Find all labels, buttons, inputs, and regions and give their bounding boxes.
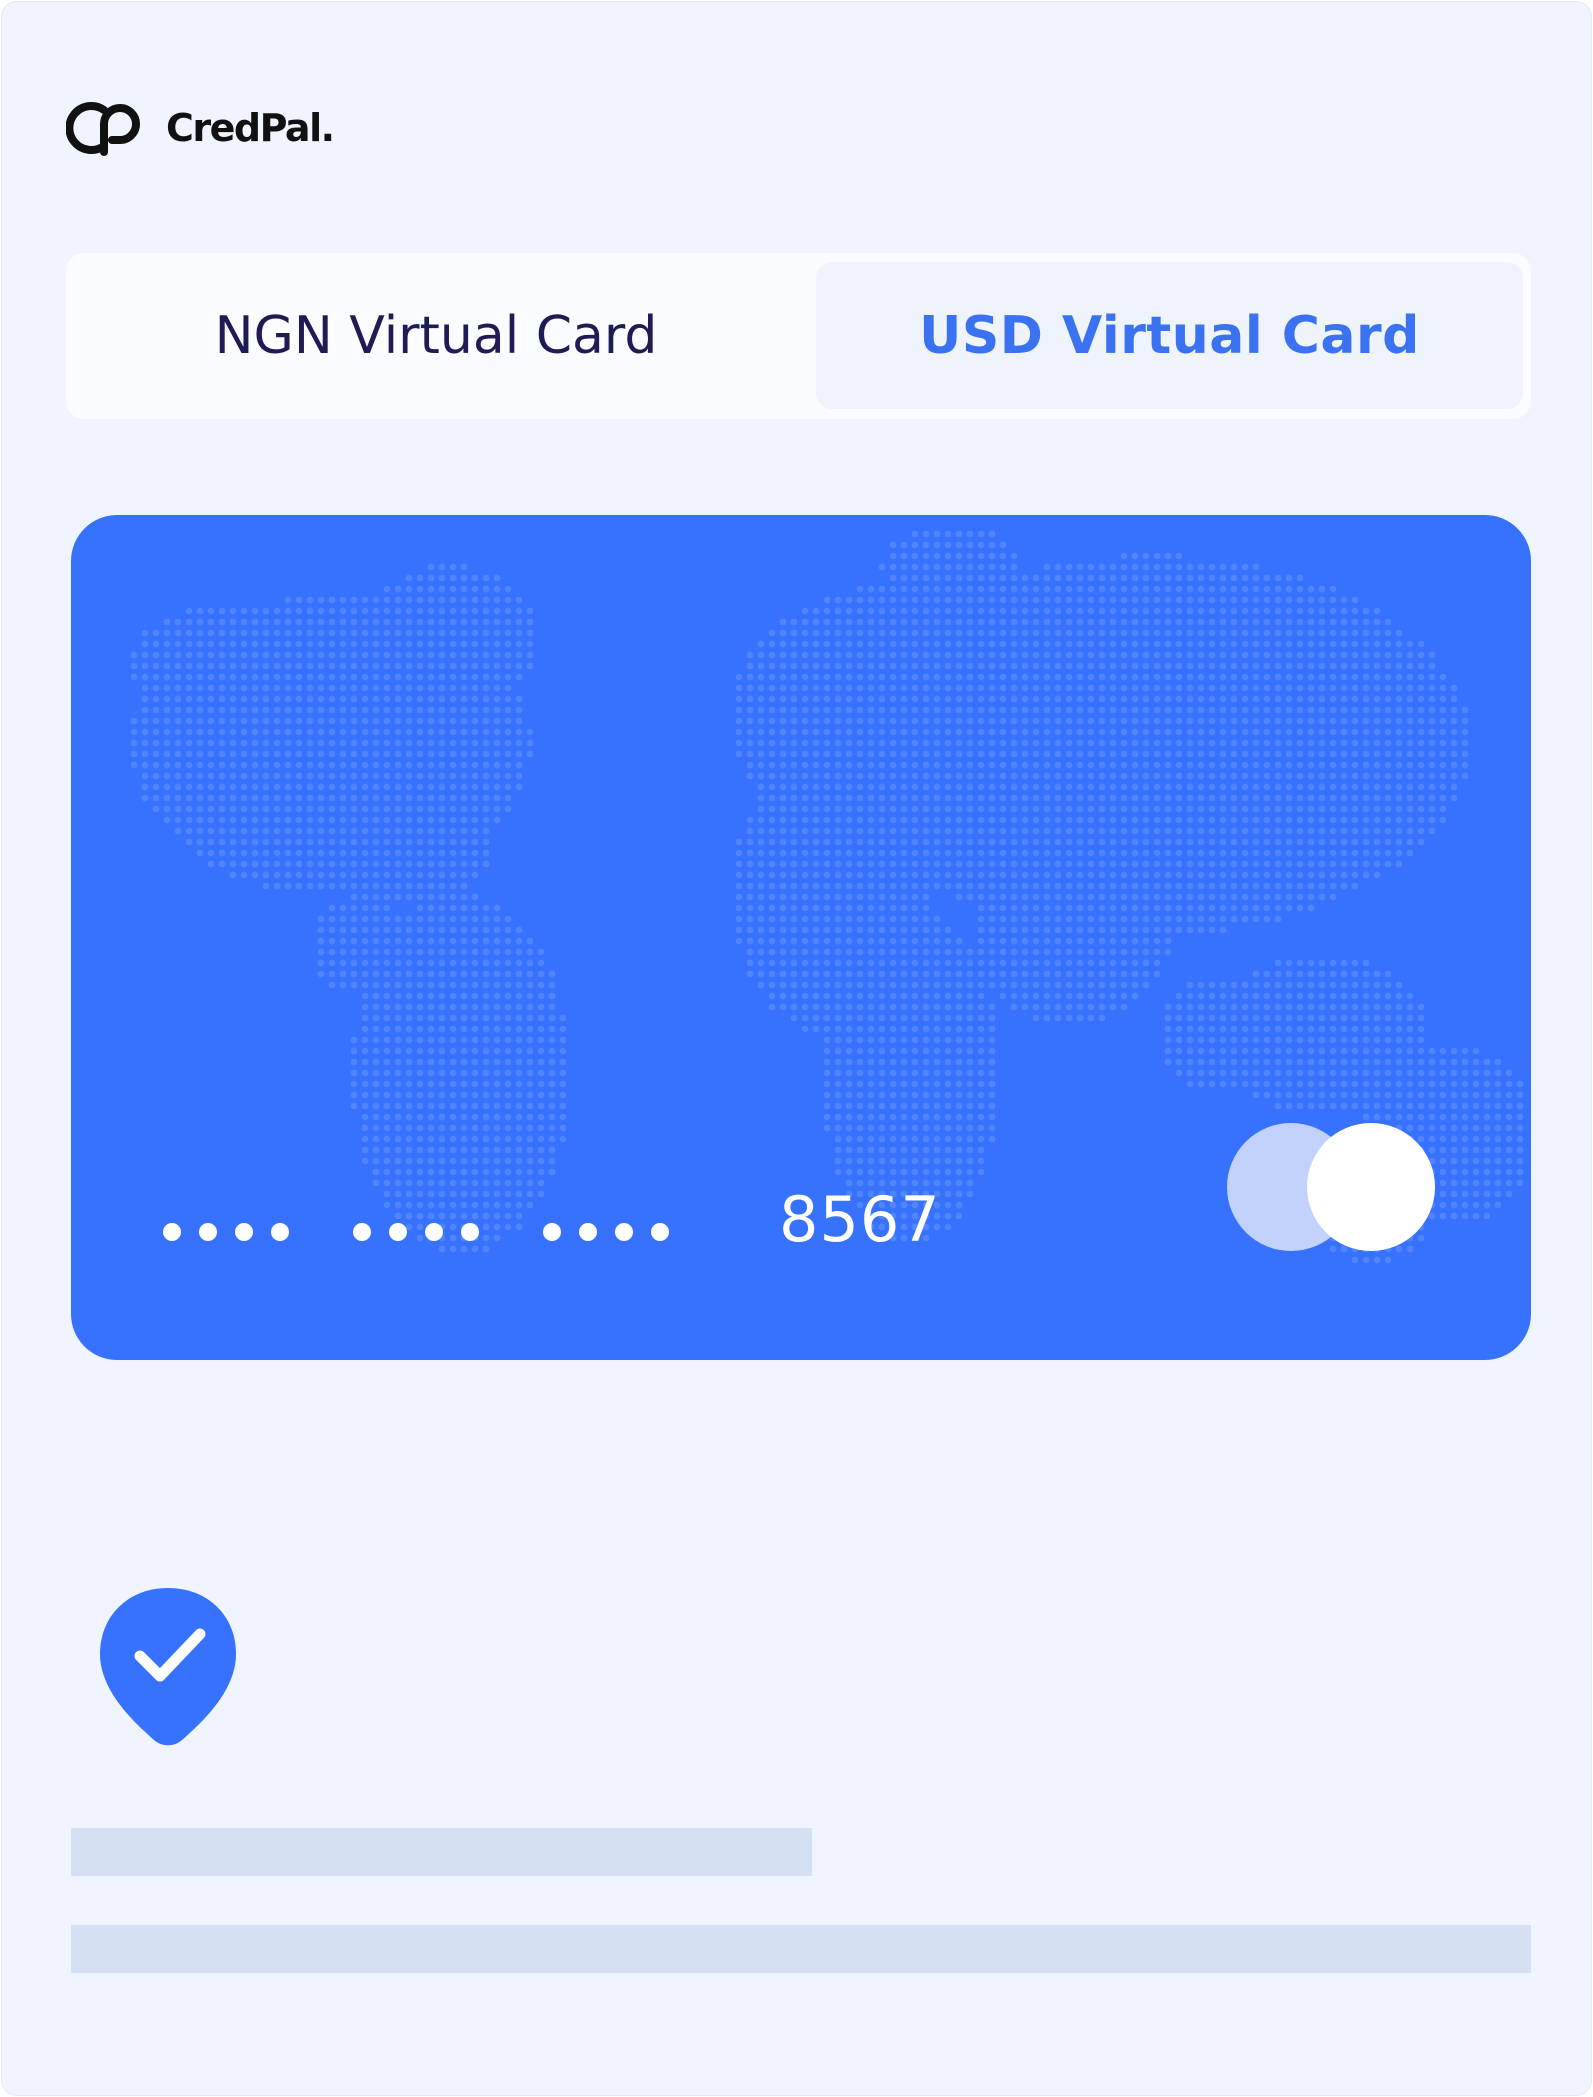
credpal-logo-icon: [66, 102, 140, 156]
brand-name: CredPal.: [166, 106, 335, 150]
card-network-circles-icon: [1227, 1123, 1437, 1253]
masked-group: [353, 1205, 479, 1241]
virtual-card[interactable]: 8567: [71, 515, 1531, 1360]
card-last-four: 8567: [779, 1183, 941, 1256]
placeholder-line-long: [71, 1925, 1531, 1973]
tab-usd-virtual-card[interactable]: USD Virtual Card: [816, 262, 1523, 409]
card-type-tabs: NGN Virtual Card USD Virtual Card: [66, 253, 1531, 419]
masked-group: [543, 1205, 669, 1241]
placeholder-line-short: [71, 1828, 812, 1876]
masked-group: [163, 1205, 289, 1241]
brand-logo: CredPal.: [66, 96, 335, 160]
tab-ngn-virtual-card[interactable]: NGN Virtual Card: [66, 253, 806, 419]
masked-card-number: [163, 1205, 669, 1241]
verified-shield-check-icon: [100, 1588, 236, 1746]
network-circle-right: [1307, 1123, 1435, 1251]
app-frame: CredPal. NGN Virtual Card USD Virtual Ca…: [1, 1, 1592, 2096]
